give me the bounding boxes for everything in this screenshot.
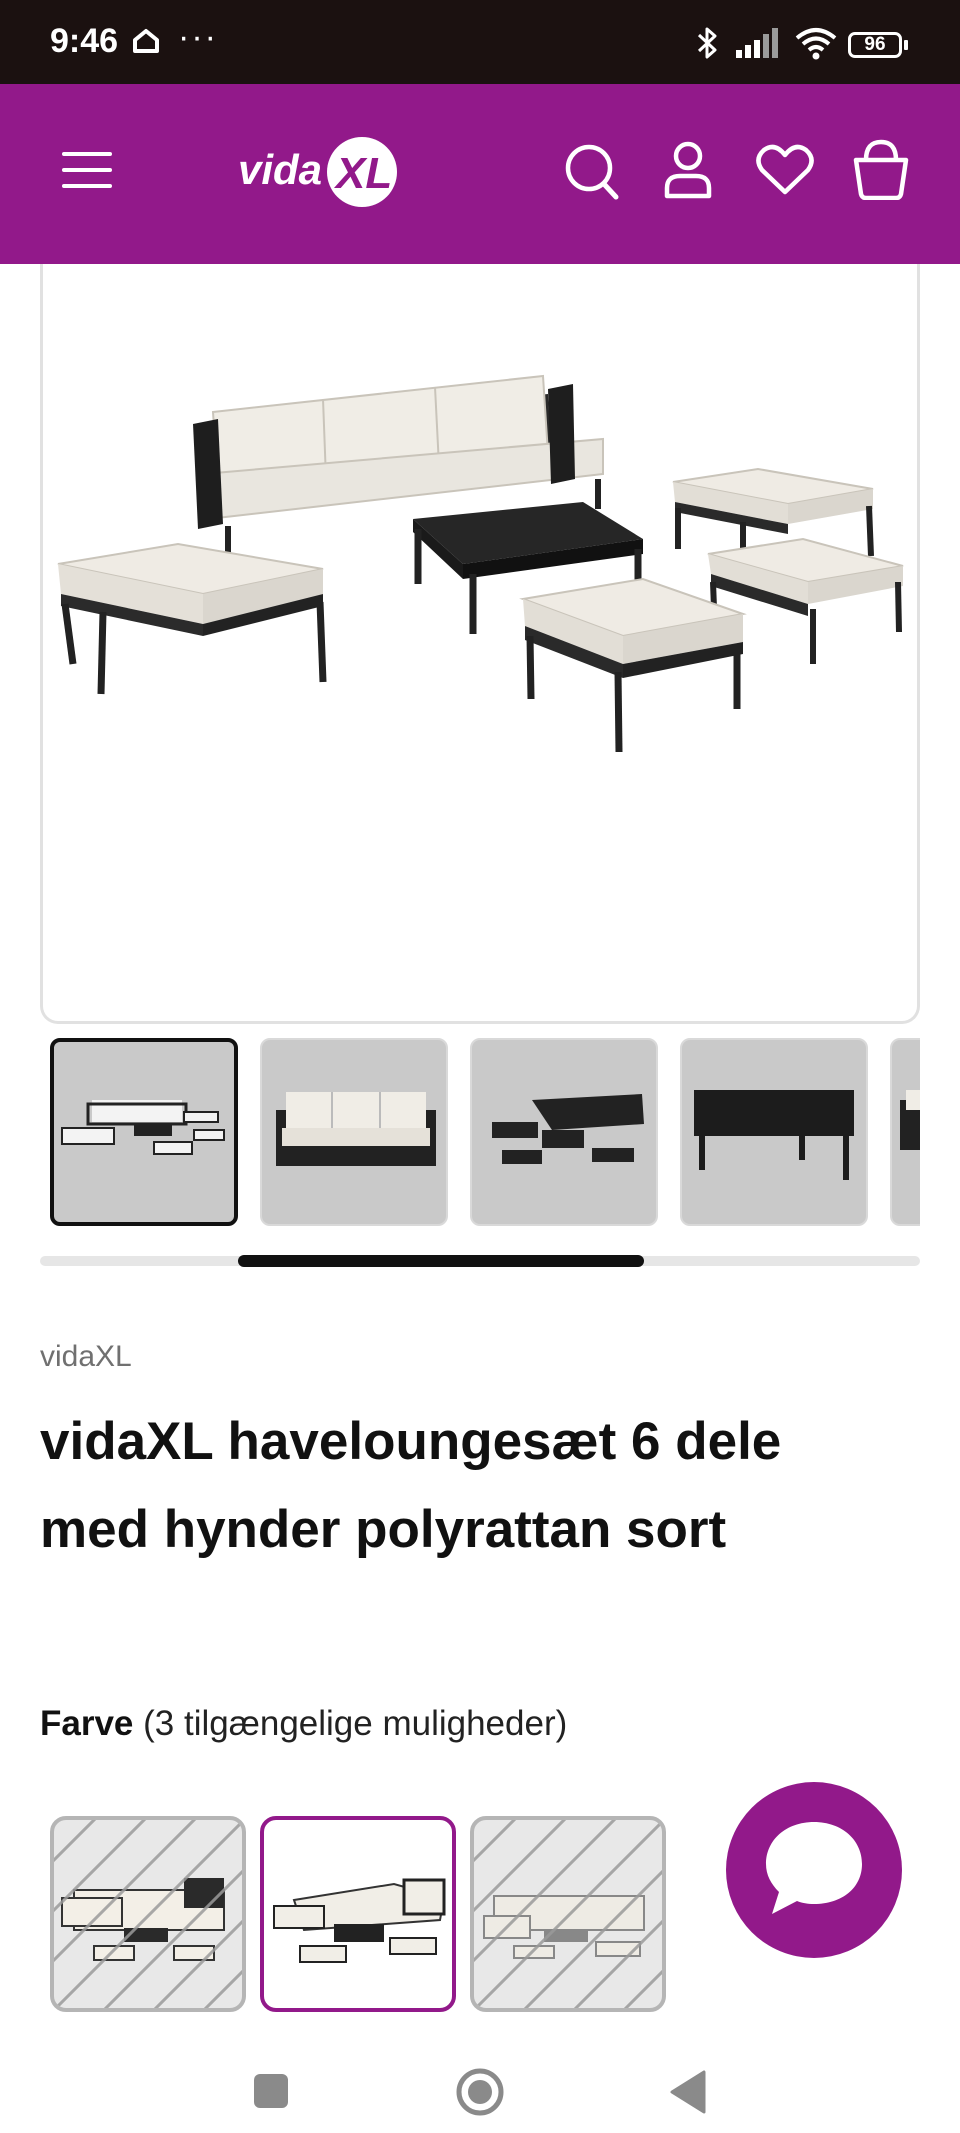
chat-bubble-icon <box>766 1822 862 1914</box>
battery-indicator: 96 <box>848 32 902 58</box>
product-title-line-1: vidaXL haveloungesæt 6 dele <box>40 1412 782 1471</box>
site-header: vida XL <box>0 84 960 264</box>
home-notification-icon <box>132 28 160 59</box>
search-icon[interactable] <box>564 142 620 207</box>
product-title-line-2: med hynder polyrattan sort <box>40 1500 727 1559</box>
thumbnail-3[interactable] <box>470 1038 658 1226</box>
svg-text:vida: vida <box>238 146 322 193</box>
recents-icon[interactable] <box>254 2074 288 2108</box>
thumbnail-4[interactable] <box>680 1038 868 1226</box>
color-swatch-1-unavailable[interactable] <box>50 1816 246 2012</box>
status-time: 9:46 <box>50 22 119 60</box>
product-title: vidaXL haveloungesæt 6 dele med hynder p… <box>40 1398 900 1574</box>
thumbnail-strip[interactable] <box>40 1034 920 1226</box>
color-option-heading: Farve (3 tilgængelige muligheder) <box>40 1704 567 1744</box>
back-icon[interactable] <box>668 2068 708 2121</box>
cart-icon[interactable] <box>852 138 910 205</box>
svg-text:XL: XL <box>333 149 392 198</box>
more-notifications: ··· <box>178 18 218 56</box>
color-option-label: Farve <box>40 1704 134 1743</box>
wifi-icon <box>794 26 838 65</box>
heart-icon[interactable] <box>756 144 814 201</box>
vidaxl-logo[interactable]: vida XL <box>238 132 402 217</box>
color-swatch-2-selected[interactable] <box>260 1816 456 2012</box>
color-swatch-3-unavailable[interactable] <box>470 1816 666 2012</box>
thumbnail-5[interactable] <box>890 1038 920 1226</box>
home-icon[interactable] <box>454 2066 506 2123</box>
account-icon[interactable] <box>664 140 712 205</box>
product-illustration <box>57 374 904 753</box>
thumbnail-1[interactable] <box>50 1038 238 1226</box>
gallery-scroll-thumb[interactable] <box>238 1255 644 1267</box>
signal-icon <box>736 28 782 63</box>
thumbnail-2[interactable] <box>260 1038 448 1226</box>
bluetooth-icon <box>694 26 722 65</box>
battery-tip <box>904 40 908 50</box>
main-product-image[interactable] <box>40 264 920 1024</box>
system-nav-bar <box>0 2030 960 2133</box>
status-bar: 9:46 ··· 96 <box>0 0 960 84</box>
product-brand[interactable]: vidaXL <box>40 1340 132 1374</box>
color-option-count: (3 tilgængelige muligheder) <box>143 1704 568 1743</box>
menu-icon[interactable] <box>62 150 114 195</box>
chat-button[interactable] <box>726 1782 902 1958</box>
